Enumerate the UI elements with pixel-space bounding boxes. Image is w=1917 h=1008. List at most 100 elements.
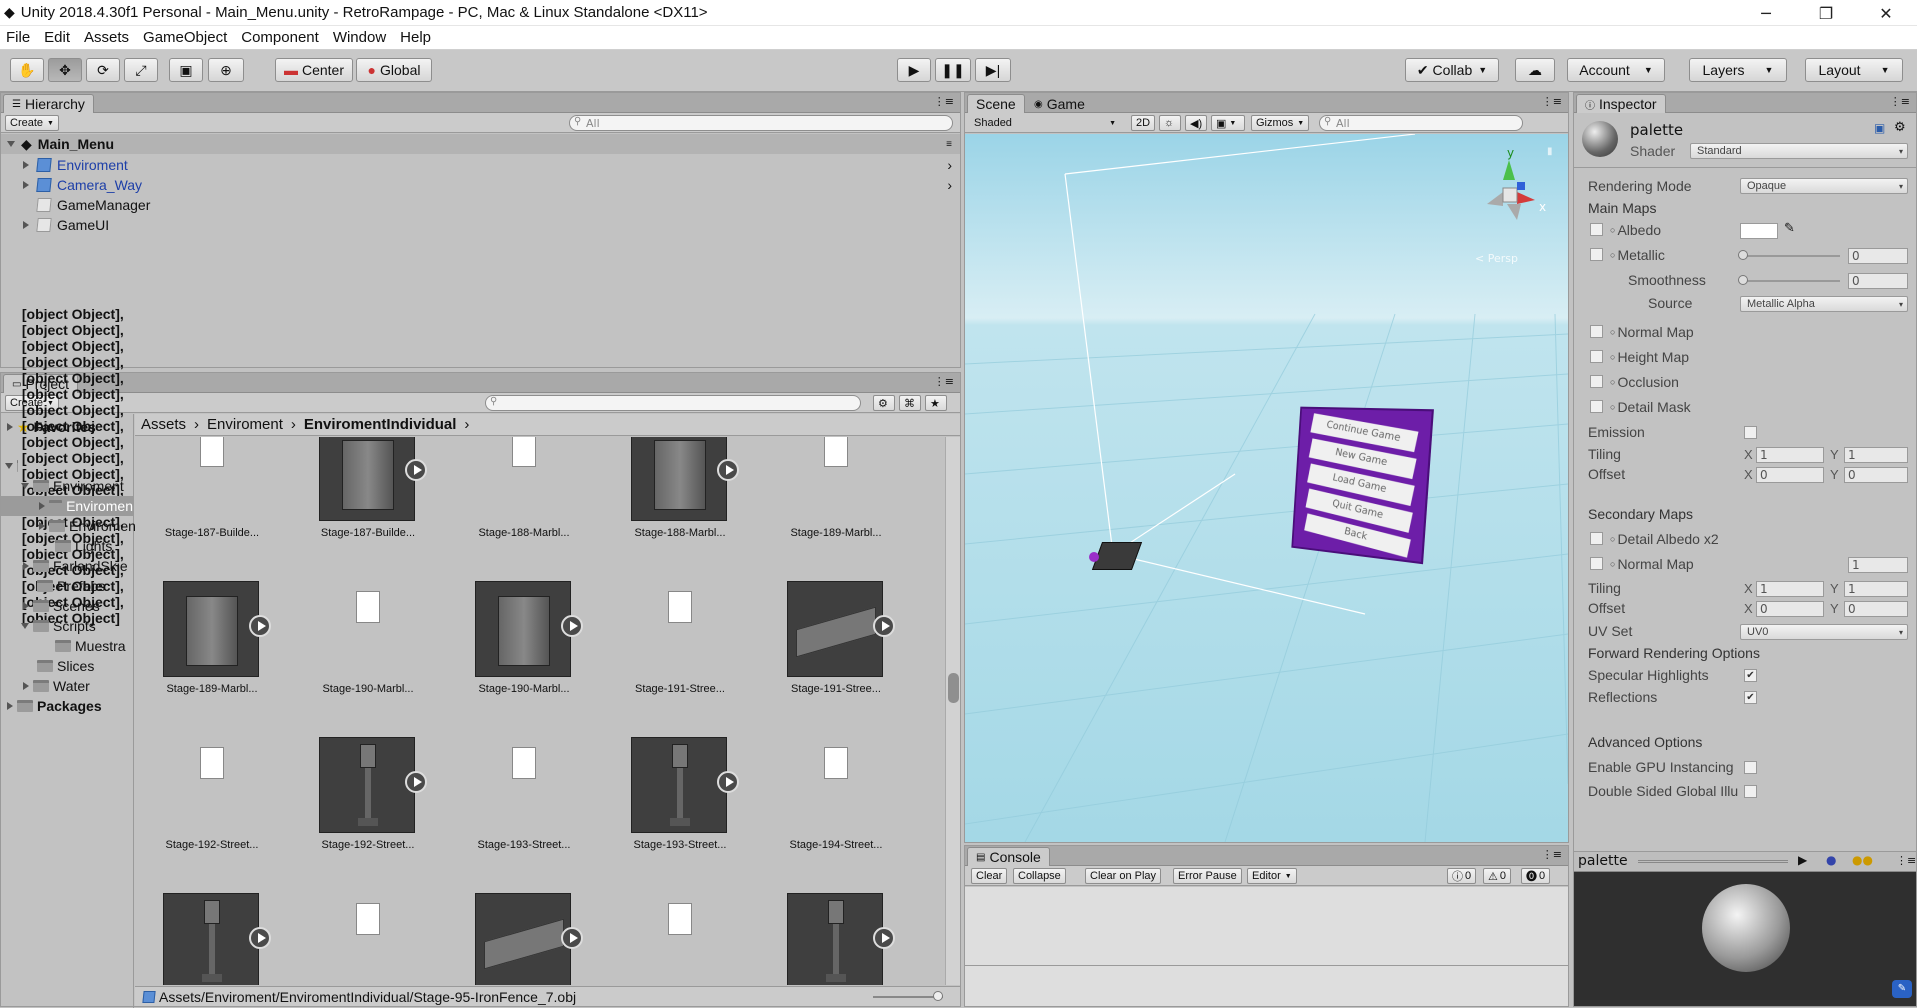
metallic-slider-handle[interactable]: [1738, 250, 1748, 260]
project-search-input[interactable]: ⚲: [485, 395, 861, 411]
packages-row[interactable]: Packages: [1, 696, 102, 716]
metallic-value-field[interactable]: 0: [1848, 248, 1908, 264]
account-dropdown[interactable]: Account ▼: [1567, 58, 1665, 82]
asset-tile[interactable]: Stage-187-Builde...: [137, 437, 287, 575]
metallic-slider[interactable]: [1740, 255, 1840, 257]
audio-toggle[interactable]: ◀): [1185, 115, 1207, 131]
smoothness-value-field[interactable]: 0: [1848, 273, 1908, 289]
play-preview-icon[interactable]: [717, 771, 739, 793]
panel-menu-icon[interactable]: ⋮≡: [1542, 95, 1562, 108]
expand-arrow-icon[interactable]: [39, 502, 45, 510]
offset2-x-field[interactable]: 0: [1756, 601, 1824, 617]
asset-tile[interactable]: Stage-191-Stree...: [761, 575, 911, 731]
console-editor-dropdown[interactable]: Editor ▼: [1247, 868, 1297, 884]
tree-folder[interactable]: Scenes: [1, 596, 100, 616]
sphere-preview-icon[interactable]: ●: [1826, 853, 1836, 867]
assets-row[interactable]: [object Object],[object Object],[object …: [1, 456, 133, 476]
tab-game[interactable]: ◉ Game: [1025, 94, 1094, 113]
move-tool-button[interactable]: ✥: [48, 58, 82, 82]
normal-map2-scale-field[interactable]: 1: [1848, 557, 1908, 573]
asset-tile[interactable]: Stage-192-Street...: [137, 731, 287, 887]
expand-arrow-icon[interactable]: [23, 161, 29, 169]
asset-tile[interactable]: [605, 887, 755, 985]
console-collapse-button[interactable]: Collapse: [1013, 868, 1066, 884]
tiling-x-field[interactable]: 1: [1756, 447, 1824, 463]
play-preview-icon[interactable]: [405, 771, 427, 793]
tree-folder[interactable]: FarlandSkie: [1, 556, 128, 576]
menu-component[interactable]: Component: [241, 29, 319, 46]
play-preview-icon[interactable]: [873, 615, 895, 637]
light-icon[interactable]: ●●: [1852, 853, 1873, 867]
asset-tile[interactable]: Stage-187-Builde...: [293, 437, 443, 575]
2d-toggle[interactable]: 2D: [1131, 115, 1155, 131]
menu-assets[interactable]: Assets: [84, 29, 129, 46]
menu-window[interactable]: Window: [333, 29, 386, 46]
transform-tool-button[interactable]: ⊕: [208, 58, 244, 82]
tree-folder[interactable]: Slices: [1, 656, 94, 676]
play-preview-icon[interactable]: [561, 615, 583, 637]
error-count-toggle[interactable]: ⓿0: [1521, 868, 1550, 884]
scene-search-input[interactable]: ⚲ All: [1319, 115, 1523, 131]
rotate-tool-button[interactable]: ⟳: [86, 58, 120, 82]
expand-arrow-icon[interactable]: [23, 682, 29, 690]
source-dropdown[interactable]: Metallic Alpha ▾: [1740, 296, 1908, 312]
panel-menu-icon[interactable]: ⋮≡: [934, 95, 954, 108]
expand-arrow-icon[interactable]: [23, 602, 29, 610]
normal-map-slot[interactable]: [1590, 325, 1603, 338]
favorite-button[interactable]: ★: [925, 395, 947, 411]
maximize-button[interactable]: ❐: [1801, 0, 1851, 26]
asset-tile[interactable]: Stage-189-Marbl...: [761, 437, 911, 575]
menu-help[interactable]: Help: [400, 29, 431, 46]
play-preview-icon[interactable]: [873, 927, 895, 949]
uv-set-dropdown[interactable]: UV0 ▾: [1740, 624, 1908, 640]
layers-dropdown[interactable]: Layers ▼: [1689, 58, 1787, 82]
hand-tool-button[interactable]: ✋: [10, 58, 44, 82]
tree-folder[interactable]: Water: [1, 676, 90, 696]
play-button[interactable]: ▶: [897, 58, 931, 82]
asset-tile[interactable]: Stage-192-Street...: [293, 731, 443, 887]
chevron-right-icon[interactable]: ›: [947, 177, 952, 193]
tree-folder[interactable]: Scripts: [1, 616, 96, 636]
expand-arrow-icon[interactable]: [7, 141, 15, 147]
smoothness-slider-handle[interactable]: [1738, 275, 1748, 285]
gpu-instancing-checkbox[interactable]: [1744, 761, 1757, 774]
tab-hierarchy[interactable]: ☰ Hierarchy: [3, 94, 94, 113]
tree-folder[interactable]: Enviroment: [1, 476, 124, 496]
hierarchy-create-button[interactable]: Create ▼: [5, 115, 59, 131]
console-clear-on-play-button[interactable]: Clear on Play: [1085, 868, 1161, 884]
offset2-y-field[interactable]: 0: [1844, 601, 1908, 617]
rect-tool-button[interactable]: ▣: [169, 58, 203, 82]
asset-tile[interactable]: Stage-189-Marbl...: [137, 575, 287, 731]
expand-arrow-icon[interactable]: [23, 562, 29, 570]
play-preview-icon[interactable]: [405, 459, 427, 481]
asset-tile[interactable]: [449, 887, 599, 985]
offset-x-field[interactable]: 0: [1756, 467, 1824, 483]
lock-icon[interactable]: ▮: [1547, 146, 1553, 157]
lighting-toggle[interactable]: ☼: [1159, 115, 1181, 131]
height-map-slot[interactable]: [1590, 350, 1603, 363]
play-icon[interactable]: ▶: [1798, 853, 1807, 867]
layout-dropdown[interactable]: Layout ▼: [1805, 58, 1903, 82]
shading-mode-dropdown[interactable]: Shaded ▼: [969, 115, 1119, 131]
menu-canvas[interactable]: Continue Game New Game Load Game Quit Ga…: [1291, 407, 1434, 565]
tab-inspector[interactable]: ⓘ Inspector: [1576, 94, 1666, 113]
chevron-right-icon[interactable]: ›: [947, 157, 952, 173]
reflections-checkbox[interactable]: ✔: [1744, 691, 1757, 704]
play-preview-icon[interactable]: [717, 459, 739, 481]
scene-menu-icon[interactable]: ≡: [946, 139, 952, 150]
expand-arrow-icon[interactable]: [21, 623, 29, 629]
detail-mask-slot[interactable]: [1590, 400, 1603, 413]
asset-tile[interactable]: Stage-193-Street...: [605, 731, 755, 887]
tiling2-x-field[interactable]: 1: [1756, 581, 1824, 597]
eyedropper-icon[interactable]: ✎: [1784, 221, 1795, 236]
effects-dropdown[interactable]: ▣ ▼: [1211, 115, 1245, 131]
gizmos-dropdown[interactable]: Gizmos ▼: [1251, 115, 1309, 131]
asset-scrollbar[interactable]: [945, 437, 960, 985]
tree-folder[interactable]: Muestra: [1, 636, 126, 656]
preview-drag-handle[interactable]: [1638, 860, 1788, 863]
double-sided-gi-checkbox[interactable]: [1744, 785, 1757, 798]
gear-icon[interactable]: ⚙: [1894, 120, 1906, 135]
asset-tile[interactable]: Stage-194-Street...: [761, 731, 911, 887]
filter-label-button[interactable]: ⌘: [899, 395, 921, 411]
tree-folder[interactable]: Lights: [1, 536, 112, 556]
